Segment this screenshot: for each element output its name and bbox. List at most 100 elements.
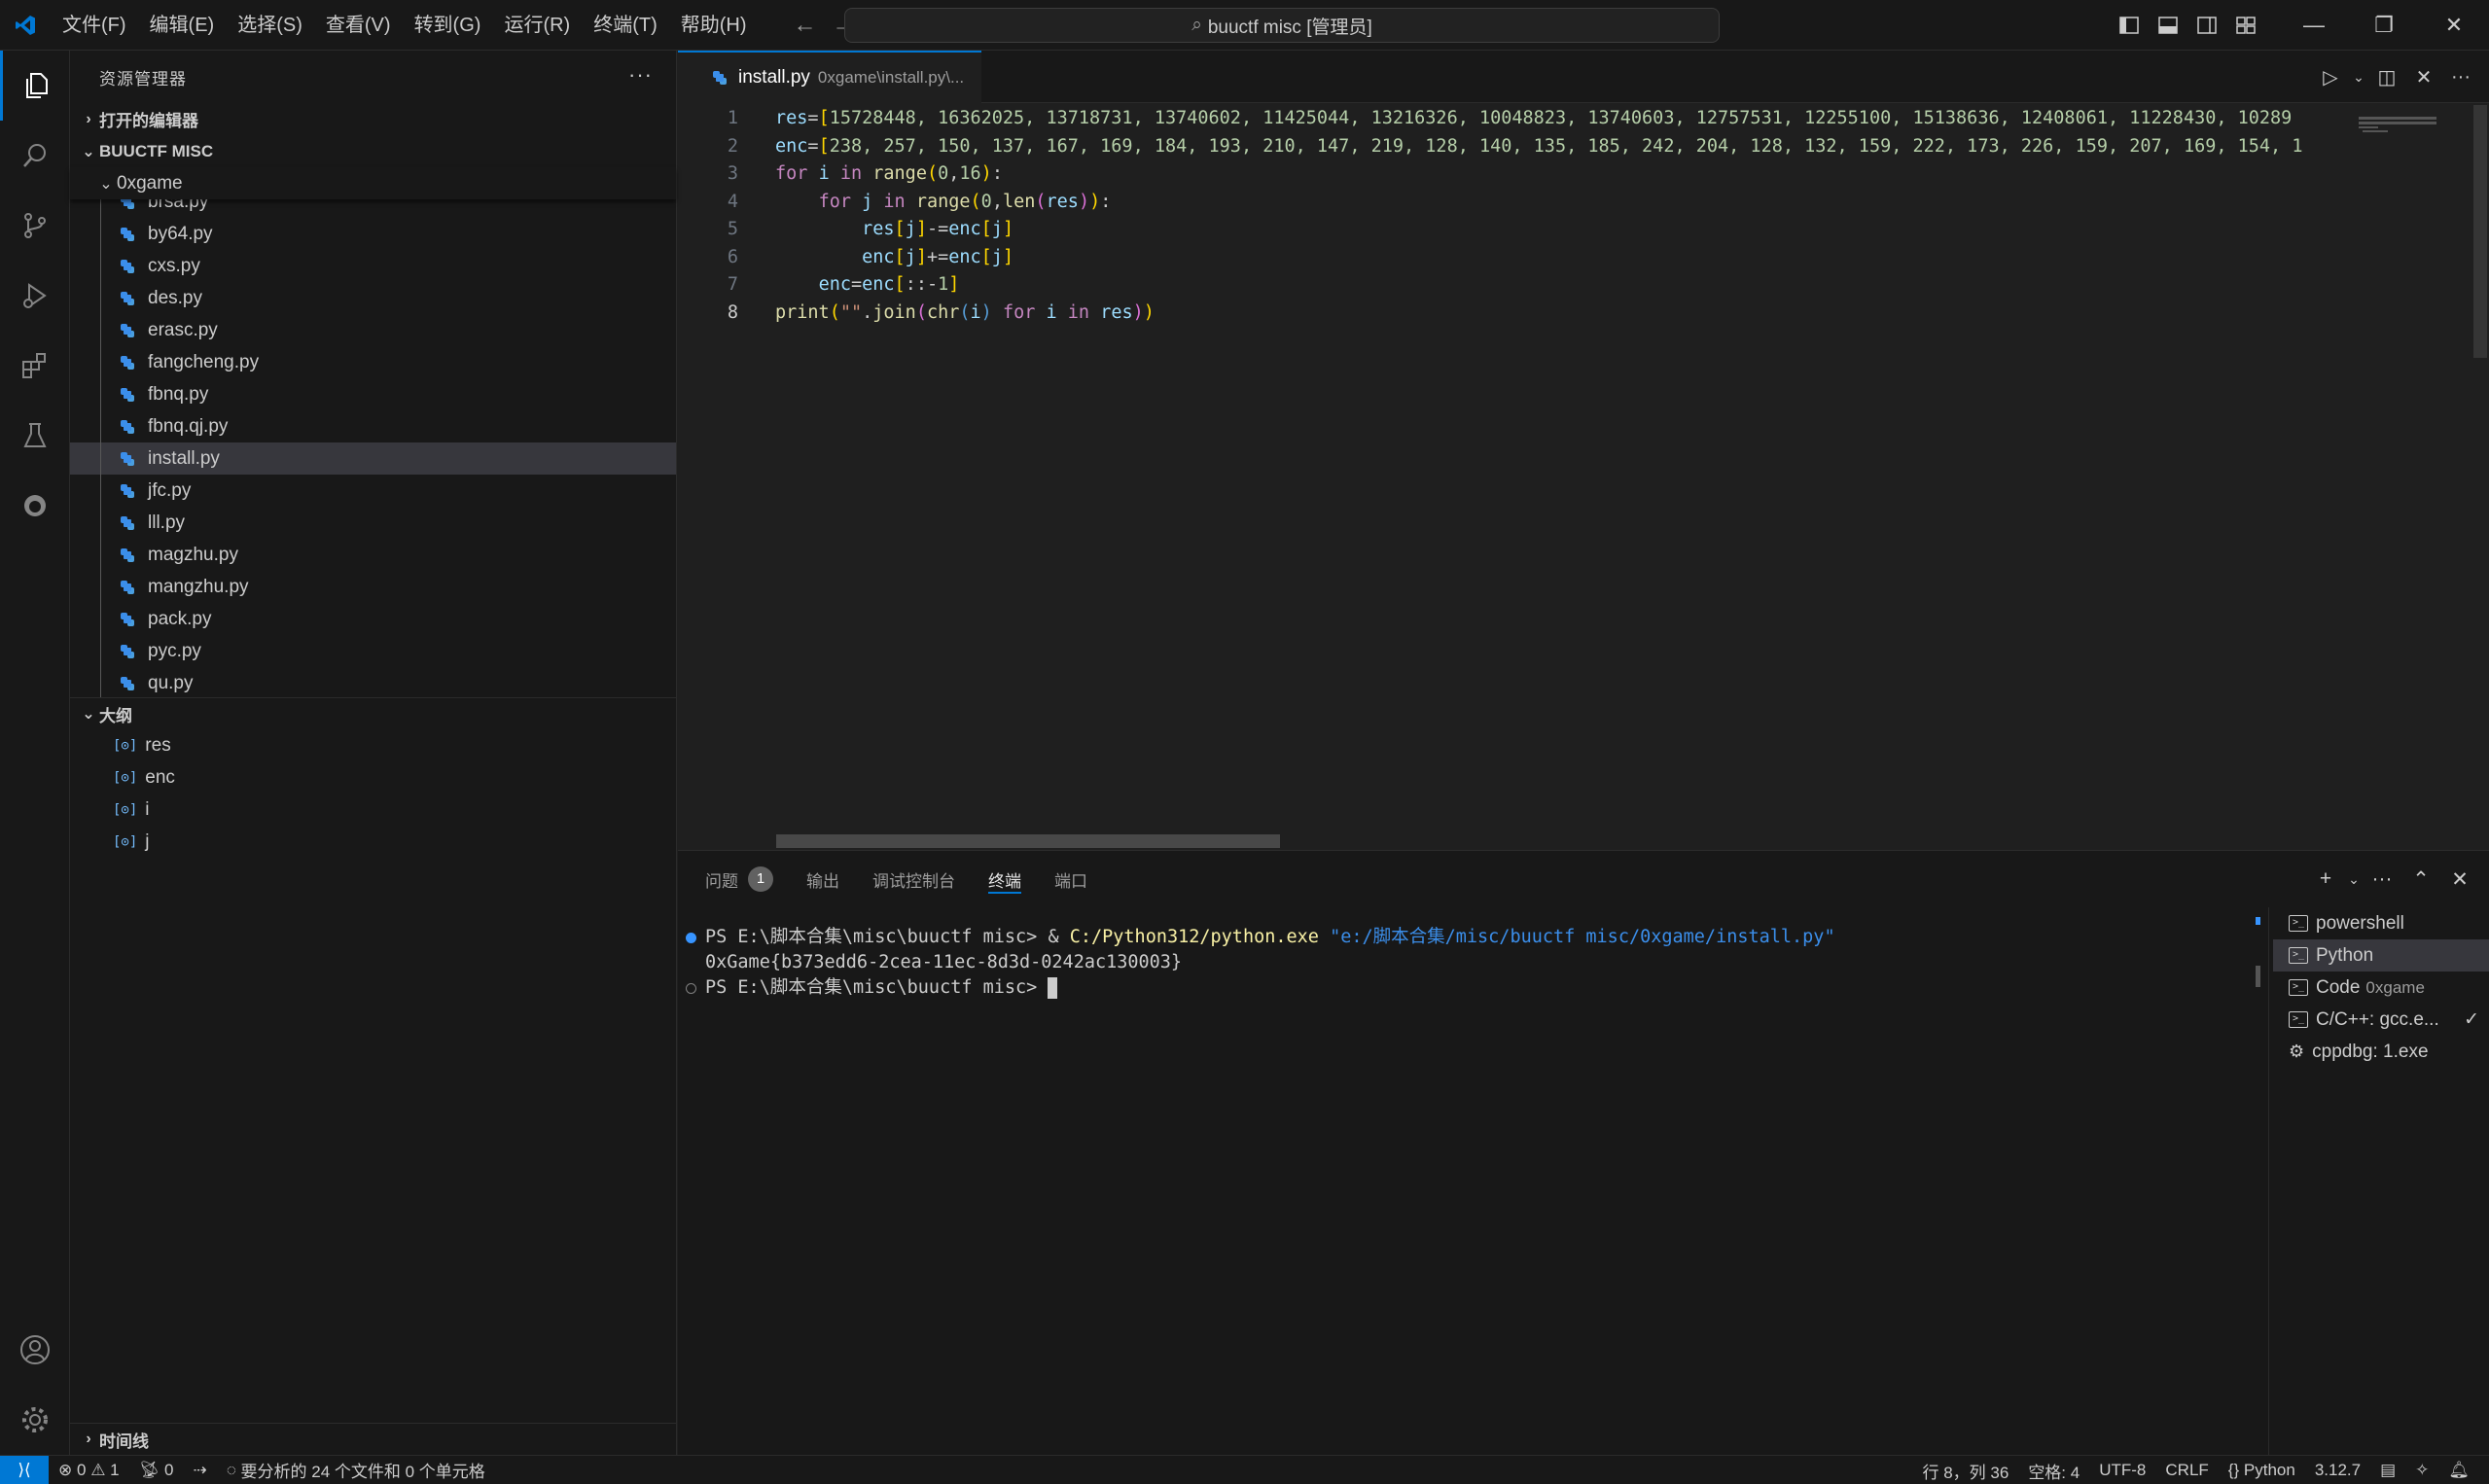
bottom-panel: 问题 1 输出 调试控制台 终端 端口 + ⌄ ··· ⌃ ✕ PS E:\脚本合…	[678, 850, 2489, 1456]
file-item[interactable]: lll.py	[70, 507, 676, 539]
testing-icon[interactable]	[0, 401, 70, 471]
run-file-icon[interactable]: ▷	[2312, 65, 2349, 89]
editor-tabbar: install.py 0xgame\install.py\... ▷ ⌄ ◫ ✕…	[678, 50, 2489, 103]
file-item[interactable]: jfc.py	[70, 475, 676, 507]
outline-name: enc	[145, 766, 175, 788]
debug-gear-icon: ⚙	[2289, 1042, 2305, 1061]
restore-icon[interactable]: ❐	[2349, 0, 2419, 51]
python-version[interactable]: 3.12.7	[2305, 1461, 2370, 1480]
terminal-dropdown-chevron-icon[interactable]: ⌄	[2345, 871, 2363, 888]
cursor-position[interactable]: 行 8，列 36	[1913, 1459, 2019, 1483]
remote-explorer-icon[interactable]	[0, 471, 70, 541]
notifications-bell-icon[interactable]: 🔔︎	[2438, 1461, 2479, 1480]
file-item[interactable]: qu.py	[70, 667, 676, 697]
problems-status[interactable]: ⊗ 0 ⚠ 1	[49, 1461, 129, 1480]
terminal-instance[interactable]: >_ powershell	[2273, 907, 2489, 939]
outline-item[interactable]: [⊙] enc	[70, 761, 676, 794]
explorer-sidebar: 资源管理器 ··· › 打开的编辑器 ⌄ BUUCTF MISC ⌄ 0xgam…	[70, 51, 677, 1455]
sidebar-header: 资源管理器 ···	[70, 51, 676, 103]
terminal-instance[interactable]: ⚙ cppdbg: 1.exe	[2273, 1036, 2489, 1068]
remote-indicator-icon[interactable]: ⟩⟨	[0, 1455, 49, 1484]
tab-ports[interactable]: 端口	[1054, 851, 1087, 907]
search-view-icon[interactable]	[0, 121, 70, 191]
timeline-section[interactable]: › 时间线	[70, 1423, 676, 1455]
terminal-output[interactable]: PS E:\脚本合集\misc\buuctf misc> & C:/Python…	[678, 907, 2252, 1456]
extensions-icon[interactable]	[0, 331, 70, 401]
end-of-line[interactable]: CRLF	[2155, 1461, 2218, 1480]
terminal-instance[interactable]: >_ Code 0xgame	[2273, 972, 2489, 1004]
close-editor-icon[interactable]: ✕	[2405, 65, 2442, 89]
ports-status[interactable]: 📡︎ 0	[129, 1461, 184, 1480]
encoding[interactable]: UTF-8	[2089, 1461, 2155, 1480]
minimize-icon[interactable]: —	[2279, 0, 2349, 51]
run-debug-icon[interactable]	[0, 261, 70, 331]
python-file-icon	[121, 483, 134, 498]
account-icon[interactable]	[0, 1315, 70, 1385]
file-item[interactable]: install.py	[70, 442, 676, 475]
file-item[interactable]: fbnq.py	[70, 378, 676, 410]
editor-vertical-scrollbar[interactable]	[2471, 105, 2489, 786]
menu-view[interactable]: 查看(V)	[314, 0, 403, 51]
tab-terminal[interactable]: 终端	[988, 851, 1021, 907]
outline-section[interactable]: ⌄ 大纲	[70, 697, 676, 729]
terminal-instance[interactable]: >_ C/C++: gcc.e... ✓	[2273, 1004, 2489, 1036]
menu-terminal[interactable]: 终端(T)	[582, 0, 669, 51]
open-editors-section[interactable]: › 打开的编辑器	[70, 103, 676, 135]
minimap[interactable]	[2355, 105, 2471, 786]
maximize-panel-icon[interactable]: ⌃	[2401, 867, 2440, 892]
indentation[interactable]: 空格: 4	[2018, 1459, 2089, 1483]
toggle-sidebar-icon[interactable]	[2110, 0, 2149, 51]
explorer-icon[interactable]	[0, 51, 70, 121]
workspace-section[interactable]: ⌄ BUUCTF MISC	[70, 135, 676, 167]
file-item[interactable]: by64.py	[70, 218, 676, 250]
folder-label: 0xgame	[117, 172, 183, 194]
outline-item[interactable]: [⊙] res	[70, 729, 676, 761]
outline-item[interactable]: [⊙] j	[70, 826, 676, 858]
editor-more-icon[interactable]: ···	[2442, 66, 2479, 88]
panel-more-icon[interactable]: ···	[2363, 867, 2401, 891]
file-item[interactable]: fangcheng.py	[70, 346, 676, 378]
file-item[interactable]: pyc.py	[70, 635, 676, 667]
customize-layout-icon[interactable]	[2226, 0, 2265, 51]
outline-item[interactable]: [⊙] i	[70, 794, 676, 826]
back-arrow-icon[interactable]: ←	[786, 12, 825, 39]
file-item[interactable]: pack.py	[70, 603, 676, 635]
settings-gear-icon[interactable]	[0, 1385, 70, 1455]
code-editor[interactable]: 1 res=[15728448, 16362025, 13718731, 1374…	[678, 105, 2351, 786]
new-terminal-icon[interactable]: +	[2306, 867, 2345, 891]
menu-help[interactable]: 帮助(H)	[669, 0, 759, 51]
run-dropdown-chevron-icon[interactable]: ⌄	[2349, 69, 2368, 86]
file-settings-icon[interactable]: ▤	[2370, 1461, 2405, 1480]
copilot-icon[interactable]: ✧	[2405, 1461, 2438, 1480]
menu-run[interactable]: 运行(R)	[492, 0, 582, 51]
terminal-scrollbar[interactable]	[2252, 907, 2269, 1456]
menu-file[interactable]: 文件(F)	[51, 0, 138, 51]
folder-row[interactable]: ⌄ 0xgame	[70, 167, 676, 199]
terminal-arg: "e:/脚本合集/misc/buuctf misc/0xgame/install…	[1330, 927, 1835, 947]
file-item[interactable]: des.py	[70, 282, 676, 314]
command-center-search[interactable]: ⌕ buuctf misc [管理员]	[844, 8, 1720, 43]
file-item[interactable]: fbnq.qj.py	[70, 410, 676, 442]
file-item[interactable]: mangzhu.py	[70, 571, 676, 603]
editor-tab-install[interactable]: install.py 0xgame\install.py\...	[678, 50, 982, 103]
tab-output[interactable]: 输出	[806, 851, 839, 907]
language-mode[interactable]: {} Python	[2219, 1461, 2305, 1480]
debug-launch-icon[interactable]: ⇢	[183, 1461, 216, 1480]
split-editor-icon[interactable]: ◫	[2368, 65, 2405, 89]
close-panel-icon[interactable]: ✕	[2440, 867, 2479, 892]
tab-problems[interactable]: 问题 1	[705, 851, 773, 907]
menu-go[interactable]: 转到(G)	[403, 0, 493, 51]
more-actions-icon[interactable]: ···	[628, 62, 653, 88]
terminal-instance[interactable]: >_ Python	[2273, 939, 2489, 972]
file-item[interactable]: magzhu.py	[70, 539, 676, 571]
close-window-icon[interactable]: ✕	[2419, 0, 2489, 51]
source-control-icon[interactable]	[0, 191, 70, 261]
toggle-secondary-sidebar-icon[interactable]	[2187, 0, 2226, 51]
toggle-panel-icon[interactable]	[2149, 0, 2187, 51]
file-item[interactable]: cxs.py	[70, 250, 676, 282]
tab-debug-console[interactable]: 调试控制台	[872, 851, 955, 907]
editor-horizontal-scrollbar[interactable]	[776, 834, 1280, 848]
menu-selection[interactable]: 选择(S)	[226, 0, 314, 51]
menu-edit[interactable]: 编辑(E)	[138, 0, 227, 51]
file-item[interactable]: erasc.py	[70, 314, 676, 346]
